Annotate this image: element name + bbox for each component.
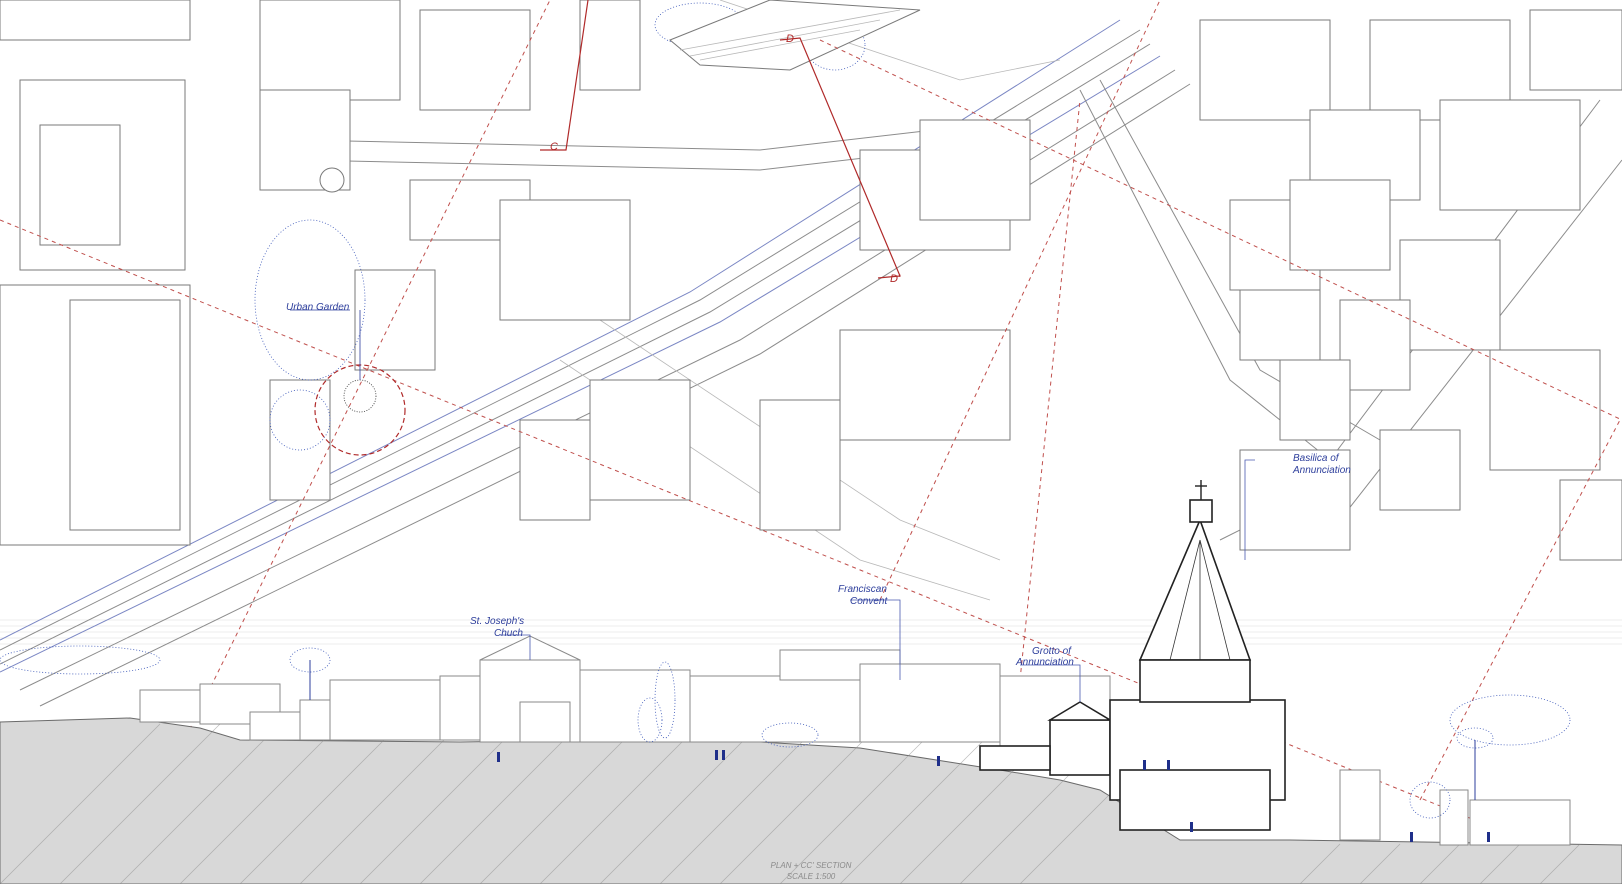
label-franciscan-1: Franciscan xyxy=(838,584,887,595)
ground-hatch-texture xyxy=(0,619,1622,645)
section-mark-c: C xyxy=(550,141,558,153)
grotto-section xyxy=(1049,719,1111,776)
architectural-drawing: C D D' Urban Garden St. Joseph's Chuch F… xyxy=(0,0,1622,884)
label-franciscan-2: Convent xyxy=(850,596,888,607)
section-mark-d-top: D xyxy=(786,33,794,45)
label-st-josephs-1: St. Joseph's xyxy=(470,616,524,627)
label-urban-garden: Urban Garden xyxy=(286,302,350,313)
label-basilica-1: Basilica of xyxy=(1293,453,1340,464)
label-basilica-2: Annunciation xyxy=(1292,465,1351,476)
plan-church-roof xyxy=(669,0,921,71)
section-mark-d-bottom: D' xyxy=(890,273,901,285)
label-grotto-2: Annunciation xyxy=(1015,657,1074,668)
label-grotto-1: Grotto of xyxy=(1032,646,1072,657)
drawing-caption-scale: SCALE 1:500 xyxy=(787,872,836,881)
plan-buildings xyxy=(0,0,1622,561)
drawing-caption-title: PLAN + CC' SECTION xyxy=(771,861,852,870)
label-st-josephs-2: Chuch xyxy=(494,628,523,639)
